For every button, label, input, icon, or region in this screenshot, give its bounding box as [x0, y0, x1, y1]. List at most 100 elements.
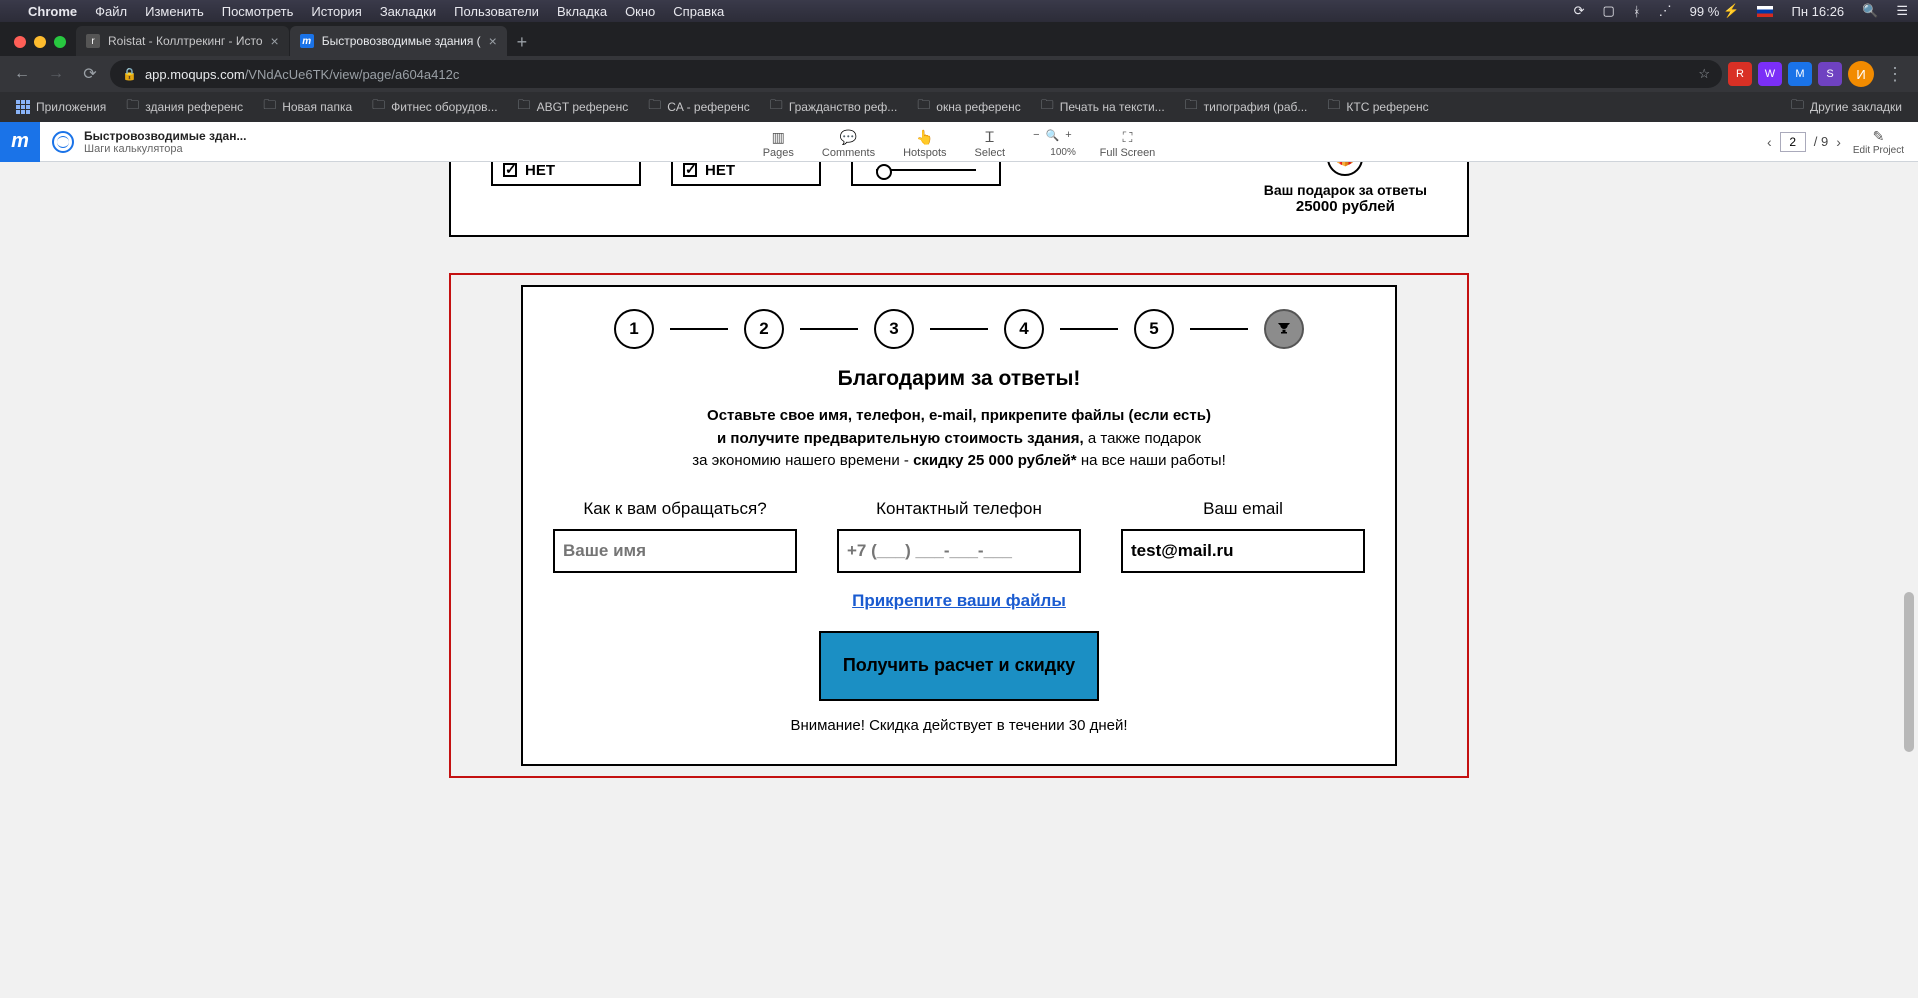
bookmarks-bar: Приложения 🗀здания референс 🗀Новая папка…	[0, 92, 1918, 122]
slider-box[interactable]	[851, 162, 1001, 186]
tool-comments[interactable]: 💬Comments	[822, 129, 875, 159]
bookmark-folder[interactable]: 🗀окна референс	[909, 92, 1028, 122]
extension-icon[interactable]: S	[1818, 62, 1842, 86]
edit-project-button[interactable]: ✎Edit Project	[1853, 128, 1904, 156]
profile-avatar[interactable]: И	[1848, 61, 1874, 87]
zoom-in-icon[interactable]: +	[1065, 129, 1071, 141]
bookmark-folder[interactable]: 🗀здания референс	[118, 92, 251, 122]
chrome-menu-icon[interactable]: ⋮	[1880, 64, 1910, 85]
email-label: Ваш email	[1121, 499, 1365, 519]
folder-icon: 🗀	[770, 96, 783, 118]
bookmark-star-icon[interactable]: ☆	[1698, 66, 1710, 82]
menu-bookmarks[interactable]: Закладки	[380, 4, 436, 19]
tab-moqups[interactable]: m Быстровозводимые здания ( ×	[290, 26, 507, 56]
name-input[interactable]	[553, 529, 797, 573]
globe-icon	[52, 131, 74, 153]
menu-view[interactable]: Посмотреть	[222, 4, 294, 19]
moqups-logo-icon[interactable]: m	[0, 122, 40, 162]
extension-icon[interactable]: R	[1728, 62, 1752, 86]
folder-icon: 🗀	[917, 96, 930, 118]
bookmark-folder[interactable]: 🗀CA - референс	[640, 92, 758, 122]
page-pager: ‹ / 9 ›	[1767, 132, 1841, 152]
upper-step-card: НЕТ НЕТ 🎁 Ваш подарок за ответы 25000 ру…	[449, 162, 1469, 237]
bookmark-folder[interactable]: 🗀Новая папка	[255, 92, 360, 122]
tab-close-icon[interactable]: ×	[271, 33, 279, 49]
chrome-toolbar: ← → ⟳ 🔒 app.moqups.com/VNdAcUe6TK/view/p…	[0, 56, 1918, 92]
pages-icon: ▥	[772, 129, 785, 145]
option-box[interactable]: НЕТ	[491, 162, 641, 186]
tool-fullscreen[interactable]: ⛶Full Screen	[1100, 129, 1156, 159]
vertical-scrollbar[interactable]	[1902, 162, 1916, 998]
page-prev-button[interactable]: ‹	[1767, 134, 1772, 150]
menu-tab[interactable]: Вкладка	[557, 4, 607, 19]
status-bluetooth-icon[interactable]: ᚼ	[1633, 4, 1641, 19]
zoom-out-icon[interactable]: −	[1033, 129, 1039, 141]
step-2: 2	[744, 309, 784, 349]
address-bar[interactable]: 🔒 app.moqups.com/VNdAcUe6TK/view/page/a6…	[110, 60, 1722, 88]
project-title: Быстровозводимые здан...	[84, 129, 246, 143]
folder-icon: 🗀	[1185, 96, 1198, 118]
menu-history[interactable]: История	[311, 4, 361, 19]
status-wifi-icon[interactable]: ⋰	[1659, 3, 1672, 19]
tab-roistat[interactable]: r Roistat - Коллтрекинг - Исто ×	[76, 26, 289, 56]
bookmark-folder[interactable]: 🗀Гражданство реф...	[762, 92, 905, 122]
page-next-button[interactable]: ›	[1836, 134, 1841, 150]
window-zoom-icon[interactable]	[54, 36, 66, 48]
phone-label: Контактный телефон	[837, 499, 1081, 519]
extension-icon[interactable]: W	[1758, 62, 1782, 86]
step-3: 3	[874, 309, 914, 349]
new-tab-button[interactable]: +	[508, 28, 536, 56]
option-box[interactable]: НЕТ	[671, 162, 821, 186]
folder-icon: 🗀	[126, 96, 139, 118]
bookmark-folder[interactable]: 🗀Фитнес оборудов...	[364, 92, 505, 122]
window-close-icon[interactable]	[14, 36, 26, 48]
moqups-canvas[interactable]: НЕТ НЕТ 🎁 Ваш подарок за ответы 25000 ру…	[0, 162, 1918, 998]
bookmark-apps[interactable]: Приложения	[8, 96, 114, 118]
status-battery[interactable]: 99 % ⚡	[1690, 3, 1740, 19]
status-input-flag-icon[interactable]	[1757, 6, 1773, 17]
step-4: 4	[1004, 309, 1044, 349]
status-clock[interactable]: Пн 16:26	[1791, 4, 1844, 19]
bookmark-folder[interactable]: 🗀типография (раб...	[1177, 92, 1316, 122]
bookmark-folder[interactable]: 🗀ABGT референс	[510, 92, 637, 122]
extension-icon[interactable]: M	[1788, 62, 1812, 86]
phone-field: Контактный телефон	[837, 499, 1081, 573]
menubar-app[interactable]: Chrome	[28, 4, 77, 19]
favicon-moqups-icon: m	[300, 34, 314, 48]
nav-back-button[interactable]: ←	[8, 60, 36, 88]
menu-file[interactable]: Файл	[95, 4, 127, 19]
gift-badge: 🎁 Ваш подарок за ответы 25000 рублей	[1264, 162, 1427, 215]
url-path: /VNdAcUe6TK/view/page/a604a412c	[245, 67, 460, 82]
status-update-icon[interactable]: ⟳	[1574, 3, 1585, 19]
tool-pages[interactable]: ▥Pages	[763, 129, 794, 159]
bookmark-folder[interactable]: 🗀Печать на тексти...	[1033, 92, 1173, 122]
email-input[interactable]	[1121, 529, 1365, 573]
status-menu-icon[interactable]: ☰	[1896, 3, 1908, 19]
nav-forward-button[interactable]: →	[42, 60, 70, 88]
attach-files-link[interactable]: Прикрепите ваши файлы	[553, 591, 1365, 611]
menu-window[interactable]: Окно	[625, 4, 655, 19]
window-minimize-icon[interactable]	[34, 36, 46, 48]
chrome-tabstrip: r Roistat - Коллтрекинг - Исто × m Быстр…	[0, 22, 1918, 56]
page-number-input[interactable]	[1780, 132, 1806, 152]
bookmark-other[interactable]: 🗀Другие закладки	[1783, 92, 1910, 122]
tab-close-icon[interactable]: ×	[489, 33, 497, 49]
menu-help[interactable]: Справка	[673, 4, 724, 19]
phone-input[interactable]	[837, 529, 1081, 573]
folder-icon: 🗀	[1041, 96, 1054, 118]
comments-icon: 💬	[840, 129, 857, 145]
tool-select[interactable]: ᏆSelect	[975, 129, 1006, 159]
thanks-heading: Благодарим за ответы!	[553, 367, 1365, 391]
status-airplay-icon[interactable]: ▢	[1603, 3, 1615, 19]
menu-users[interactable]: Пользователи	[454, 4, 539, 19]
lead-text: Оставьте свое имя, телефон, e-mail, прик…	[553, 405, 1365, 473]
scrollbar-thumb[interactable]	[1904, 592, 1914, 752]
trophy-icon	[1275, 320, 1293, 338]
bookmark-folder[interactable]: 🗀КТС референс	[1319, 92, 1436, 122]
menu-edit[interactable]: Изменить	[145, 4, 204, 19]
submit-button[interactable]: Получить расчет и скидку	[819, 631, 1099, 701]
tool-hotspots[interactable]: 👆Hotspots	[903, 129, 946, 159]
status-spotlight-icon[interactable]: 🔍	[1862, 3, 1878, 19]
tool-zoom[interactable]: − 🔍 + 100%	[1033, 129, 1072, 142]
nav-reload-button[interactable]: ⟳	[76, 60, 104, 88]
